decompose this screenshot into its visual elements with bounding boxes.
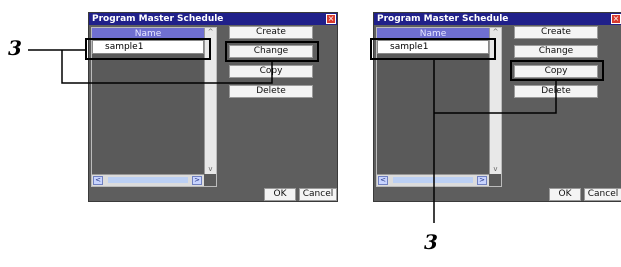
callout-label-right: 3 (424, 230, 438, 254)
callout-leader-lines (28, 49, 557, 223)
callout-label-left: 3 (8, 36, 22, 60)
